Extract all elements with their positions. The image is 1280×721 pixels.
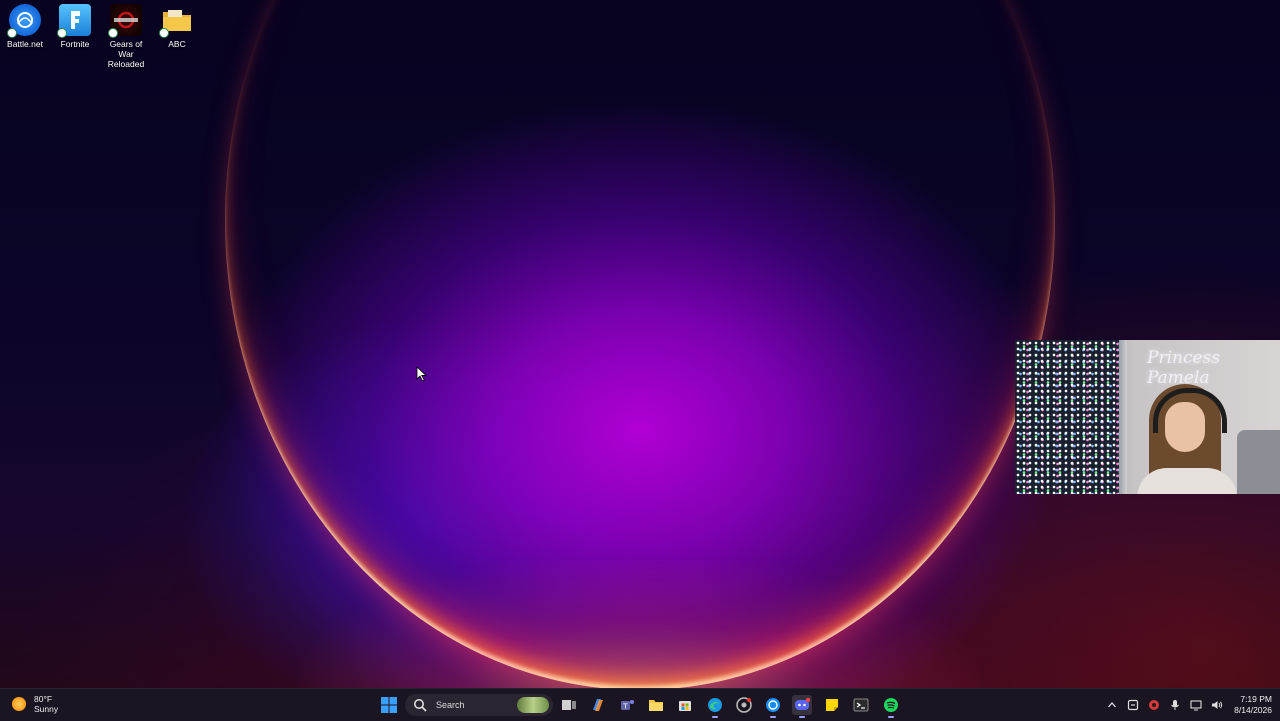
nvidia-icon[interactable] (1146, 697, 1162, 713)
wallpaper-ring (225, 0, 1055, 688)
discord-button[interactable] (792, 695, 812, 718)
task-view-button[interactable] (559, 695, 579, 715)
search-icon (414, 699, 427, 712)
taskbar-clock[interactable]: 7:19 PM 8/14/2026 (1222, 694, 1272, 715)
weather-temp: 80°F (34, 694, 53, 704)
streamer (1137, 384, 1237, 494)
folder-icon (649, 700, 663, 711)
desktop-icon-battlenet[interactable]: Battle.net (0, 4, 50, 49)
desktop-icon-fortnite[interactable]: Fortnite (50, 4, 100, 49)
search-label: Search (436, 700, 465, 710)
chair (1237, 430, 1280, 494)
desktop-wallpaper[interactable]: Battle.net Fortnite Gears of War Reloade… (0, 0, 1280, 688)
clock-date: 8/14/2026 (1234, 704, 1272, 715)
windows-logo-icon (381, 697, 397, 713)
edge-icon (708, 698, 722, 712)
terminal-button[interactable] (851, 695, 871, 715)
svg-text:T: T (622, 703, 628, 711)
task-view-icon (562, 700, 576, 710)
sticky-notes-icon (826, 699, 838, 711)
gears-of-war-icon (108, 4, 142, 38)
display-icon[interactable] (1188, 697, 1204, 713)
desktop-icon-label: ABC (168, 39, 186, 49)
battlenet-taskbar-button[interactable] (763, 695, 783, 718)
chevron-up-icon[interactable] (1104, 697, 1120, 713)
sun-icon (12, 697, 26, 711)
desktop-icon-label: Battle.net (7, 39, 43, 49)
wall-post (1119, 340, 1127, 494)
desktop-icon-gears-of-war[interactable]: Gears of War Reloaded (101, 4, 151, 69)
teams-button[interactable]: T (617, 695, 637, 715)
search-input[interactable]: Search (405, 694, 553, 716)
desktop-icon-label: Gears of War Reloaded (107, 39, 145, 69)
system-tray (1104, 697, 1230, 713)
spotify-button[interactable] (881, 695, 901, 718)
chrome-button[interactable] (734, 695, 754, 715)
weather-condition: Sunny (34, 704, 59, 714)
mouse-cursor-icon (416, 366, 428, 382)
copilot-icon (593, 699, 603, 711)
webcam-title: Princess Pamela (1147, 348, 1220, 388)
store-icon (679, 701, 691, 711)
chrome-icon (736, 697, 752, 713)
search-highlight-image (517, 697, 549, 713)
folder-icon (159, 4, 193, 38)
desktop-icon-label: Fortnite (60, 39, 90, 49)
file-explorer-button[interactable] (646, 695, 666, 715)
fortnite-icon (57, 4, 91, 38)
sticky-notes-button[interactable] (822, 695, 842, 715)
copilot-button[interactable] (588, 695, 608, 715)
terminal-icon (853, 698, 869, 712)
desktop-icon-abc-folder[interactable]: ABC (152, 4, 202, 49)
taskbar: 80°F Sunny Search T 7:19 PM 8/14/2026 (0, 688, 1280, 721)
start-button[interactable] (379, 695, 399, 715)
microphone-icon[interactable] (1167, 697, 1183, 713)
wallpaper-glow (300, 560, 980, 688)
sync-status-badge (159, 28, 169, 38)
weather-widget[interactable]: 80°F Sunny (12, 694, 58, 714)
sync-status-badge (108, 28, 118, 38)
battlenet-icon (7, 4, 41, 38)
teams-icon: T (621, 700, 634, 711)
discord-icon (795, 697, 810, 710)
spotify-icon (884, 698, 898, 712)
led-light-wall (1015, 340, 1119, 494)
battlenet-icon (766, 698, 780, 712)
microsoft-store-button[interactable] (675, 695, 695, 715)
edge-button[interactable] (705, 695, 725, 718)
sync-status-badge (57, 28, 67, 38)
clock-time: 7:19 PM (1240, 694, 1272, 704)
webcam-overlay: Princess Pamela (1015, 340, 1280, 494)
sync-status-badge (7, 28, 17, 38)
sync-icon[interactable] (1125, 697, 1141, 713)
